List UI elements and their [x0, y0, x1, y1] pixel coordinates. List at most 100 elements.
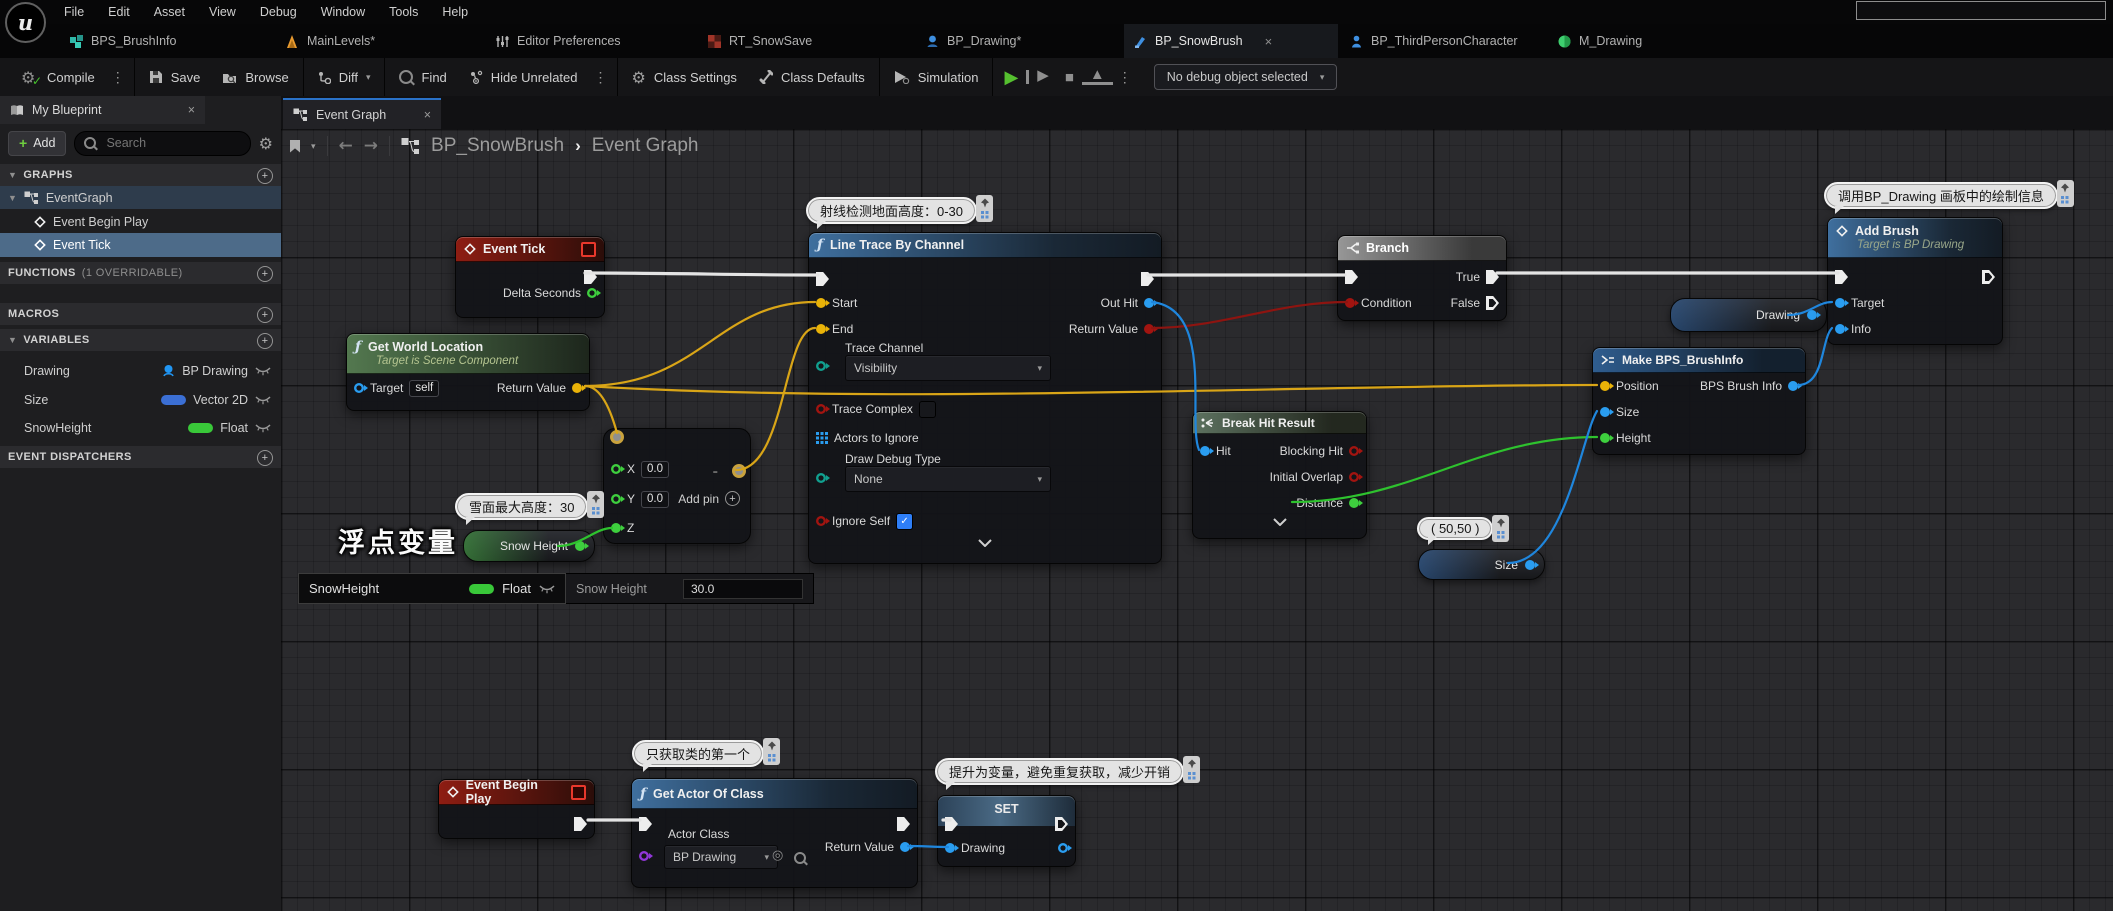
sidebar-item-event-begin-play[interactable]: Event Begin Play — [0, 210, 281, 233]
tab-mainlevels[interactable]: MainLevels* — [276, 24, 385, 58]
float-pin[interactable] — [611, 523, 625, 533]
exec-out-row[interactable] — [1982, 267, 1995, 287]
node-get-actor-of-class[interactable]: ƒ Get Actor Of Class Actor Class BP Draw… — [631, 778, 918, 888]
class-settings-button[interactable]: ⚙ Class Settings — [621, 58, 748, 96]
stop-button[interactable]: ■ — [1057, 69, 1082, 86]
node-event-tick[interactable]: Event Tick Delta Seconds — [455, 236, 605, 318]
comment-attachment[interactable] — [1183, 756, 1201, 783]
ignore-self-checkbox[interactable]: ✓ — [896, 512, 914, 530]
y-row[interactable]: Y 0.0 — [611, 489, 670, 509]
sidebar-item-eventgraph[interactable]: ▼ EventGraph — [0, 186, 281, 209]
variable-row-snowheight[interactable]: SnowHeight Float — [0, 414, 281, 441]
add-function-icon[interactable]: + — [257, 266, 273, 282]
exec-pin[interactable] — [1345, 270, 1358, 284]
brush-info-out-row[interactable]: BPS Brush Info — [1700, 376, 1802, 396]
end-row[interactable]: End — [816, 319, 853, 339]
target-row[interactable]: Target — [1835, 293, 1884, 313]
search-box[interactable] — [74, 130, 251, 156]
start-row[interactable]: Start — [816, 293, 857, 313]
debug-breakpoint-icon[interactable] — [581, 241, 596, 257]
browse-button[interactable]: Browse — [211, 58, 299, 96]
x-value-box[interactable]: 0.0 — [641, 460, 670, 478]
y-value-box[interactable]: 0.0 — [641, 490, 670, 508]
add-macro-icon[interactable]: + — [257, 307, 273, 323]
object-pin[interactable] — [354, 383, 368, 393]
functions-section-header[interactable]: FUNCTIONS (1 OVERRIDABLE) + — [0, 262, 281, 284]
comment-trace[interactable]: 射线检测地面高度：0-30 — [806, 195, 994, 229]
struct-pin[interactable] — [1788, 381, 1802, 391]
eye-closed-icon[interactable] — [539, 584, 555, 594]
node-vector-subtract[interactable]: - X 0.0 Y 0.0 Z Add pin + — [603, 428, 751, 544]
play-options-icon[interactable]: ⋮ — [1113, 69, 1138, 86]
save-button[interactable]: Save — [138, 58, 212, 96]
play-button[interactable]: ▶ — [996, 67, 1026, 88]
array-pin[interactable] — [816, 432, 828, 444]
vector-output-pin[interactable] — [732, 464, 746, 478]
tab-rt-snowsave[interactable]: RT_SnowSave — [698, 24, 822, 58]
sidebar-item-event-tick[interactable]: Event Tick — [0, 233, 281, 257]
node-add-brush[interactable]: Add Brush Target is BP Drawing Target In… — [1827, 217, 2003, 345]
return-value-row[interactable]: Return Value — [1069, 319, 1158, 339]
object-pin[interactable] — [1525, 559, 1539, 570]
expand-chevron-icon[interactable] — [978, 539, 992, 547]
object-pin[interactable] — [945, 843, 959, 853]
vector-pin[interactable] — [816, 324, 830, 334]
browse-asset-icon[interactable] — [794, 852, 806, 864]
menu-edit[interactable]: Edit — [96, 0, 142, 24]
object-pin[interactable] — [1835, 324, 1849, 334]
node-make-bps-brushinfo[interactable]: Make BPS_BrushInfo Position BPS Brush In… — [1592, 347, 1806, 455]
self-value-box[interactable]: self — [409, 379, 440, 397]
out-hit-row[interactable]: Out Hit — [1101, 293, 1158, 313]
hide-unrelated-options-icon[interactable]: ⋮ — [589, 69, 614, 86]
return-value-row[interactable]: Return Value — [825, 837, 914, 857]
exec-pin[interactable] — [816, 272, 829, 286]
node-get-snow-height[interactable]: Snow Height — [463, 530, 595, 562]
graphs-section-header[interactable]: ▼ GRAPHS + — [0, 164, 281, 186]
draw-debug-dropdown[interactable]: None ▾ — [845, 466, 1051, 492]
close-graph-tab-icon[interactable]: × — [424, 108, 431, 122]
drawing-row[interactable]: Drawing — [945, 838, 1005, 858]
tab-bp-snowbrush-active[interactable]: BP_SnowBrush × — [1124, 24, 1338, 58]
add-graph-icon[interactable]: + — [257, 168, 273, 184]
comment-attachment[interactable] — [587, 491, 605, 518]
initial-overlap-row[interactable]: Initial Overlap — [1270, 467, 1363, 487]
details-left[interactable]: SnowHeight Float — [298, 573, 566, 604]
add-variable-icon[interactable]: + — [257, 333, 273, 349]
chevron-down-icon[interactable]: ▾ — [311, 141, 316, 152]
exec-pin[interactable] — [584, 270, 597, 284]
object-pin[interactable] — [1600, 407, 1614, 417]
object-out-pin[interactable] — [1058, 843, 1072, 853]
comment-attachment[interactable] — [976, 195, 994, 222]
frame-skip-button[interactable]: ▶ — [1026, 68, 1057, 84]
exec-in-row[interactable] — [816, 269, 829, 289]
close-panel-icon[interactable]: × — [188, 103, 195, 117]
comment-attachment[interactable] — [1492, 515, 1510, 542]
exec-pin[interactable] — [1141, 272, 1154, 286]
exec-pin[interactable] — [1486, 270, 1499, 284]
event-dispatchers-section-header[interactable]: EVENT DISPATCHERS + — [0, 446, 281, 468]
comment-size-5050[interactable]: ( 50,50 ) — [1417, 515, 1510, 545]
bookmark-icon[interactable] — [290, 139, 300, 153]
exec-in-row[interactable] — [945, 814, 958, 834]
node-break-hit-result[interactable]: Break Hit Result Hit Blocking Hit Initia… — [1192, 411, 1367, 539]
node-event-begin-play[interactable]: Event Begin Play — [438, 778, 595, 839]
use-selected-icon[interactable]: ◎ — [772, 848, 783, 863]
debug-object-dropdown[interactable]: No debug object selected ▾ — [1153, 64, 1338, 90]
vector-pin[interactable] — [572, 383, 586, 393]
exec-out-row[interactable] — [1141, 269, 1154, 289]
exec-pin[interactable] — [639, 817, 652, 831]
exec-out-row[interactable] — [1055, 814, 1068, 834]
back-arrow-icon[interactable]: ← — [339, 136, 353, 156]
bool-pin[interactable] — [1349, 446, 1363, 456]
compile-options-icon[interactable]: ⋮ — [106, 69, 131, 86]
true-row[interactable]: True — [1456, 267, 1499, 287]
object-pin[interactable] — [1835, 298, 1849, 308]
ignore-self-row[interactable]: Ignore Self ✓ — [816, 511, 914, 531]
menu-debug[interactable]: Debug — [248, 0, 309, 24]
bool-pin[interactable] — [1345, 298, 1359, 308]
distance-row[interactable]: Distance — [1296, 493, 1363, 513]
return-value-row[interactable]: Return Value — [497, 378, 586, 398]
node-get-size[interactable]: Size — [1418, 549, 1545, 580]
info-row[interactable]: Info — [1835, 319, 1871, 339]
exec-out-row[interactable] — [574, 814, 587, 834]
